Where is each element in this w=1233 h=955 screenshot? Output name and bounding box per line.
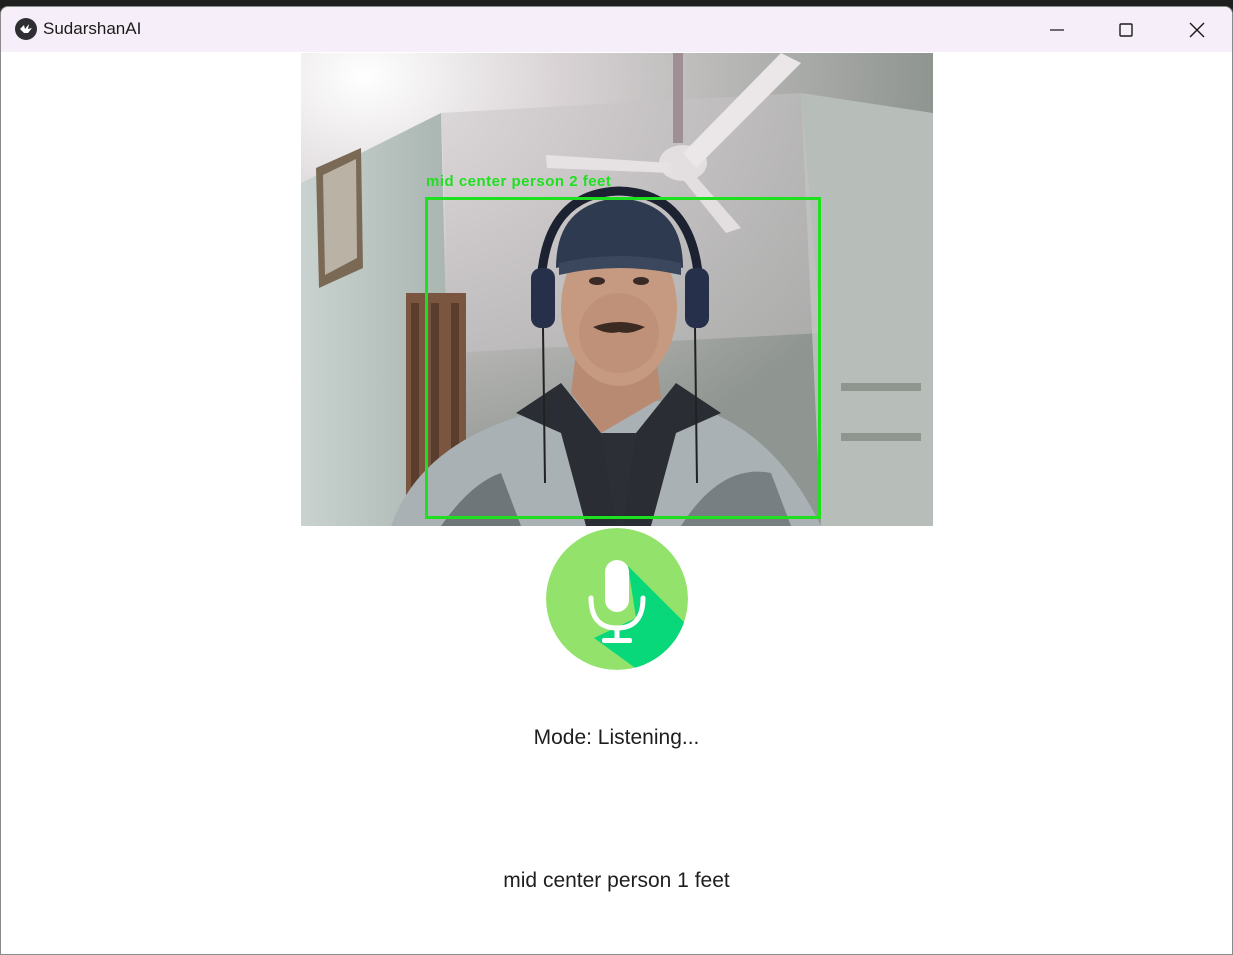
detection-result: mid center person 1 feet <box>503 869 730 892</box>
title-bar[interactable]: SudarshanAI <box>1 7 1232 52</box>
camera-feed: mid center person 2 feet <box>301 53 933 526</box>
minimize-icon <box>1050 29 1064 31</box>
maximize-button[interactable] <box>1091 7 1161 52</box>
mode-status: Mode: Listening... <box>533 726 700 749</box>
minimize-button[interactable] <box>1022 7 1092 52</box>
window-title: SudarshanAI <box>43 19 142 38</box>
detection-label: mid center person 2 feet <box>426 173 612 190</box>
kivy-logo-icon <box>15 18 37 40</box>
maximize-icon <box>1119 23 1133 37</box>
mic-button[interactable] <box>546 528 688 670</box>
close-button[interactable] <box>1162 7 1232 52</box>
app-window: SudarshanAI mid center person 2 feet Mod… <box>0 6 1233 955</box>
microphone-icon <box>546 528 688 670</box>
close-icon <box>1189 22 1205 38</box>
detection-box <box>425 197 821 519</box>
